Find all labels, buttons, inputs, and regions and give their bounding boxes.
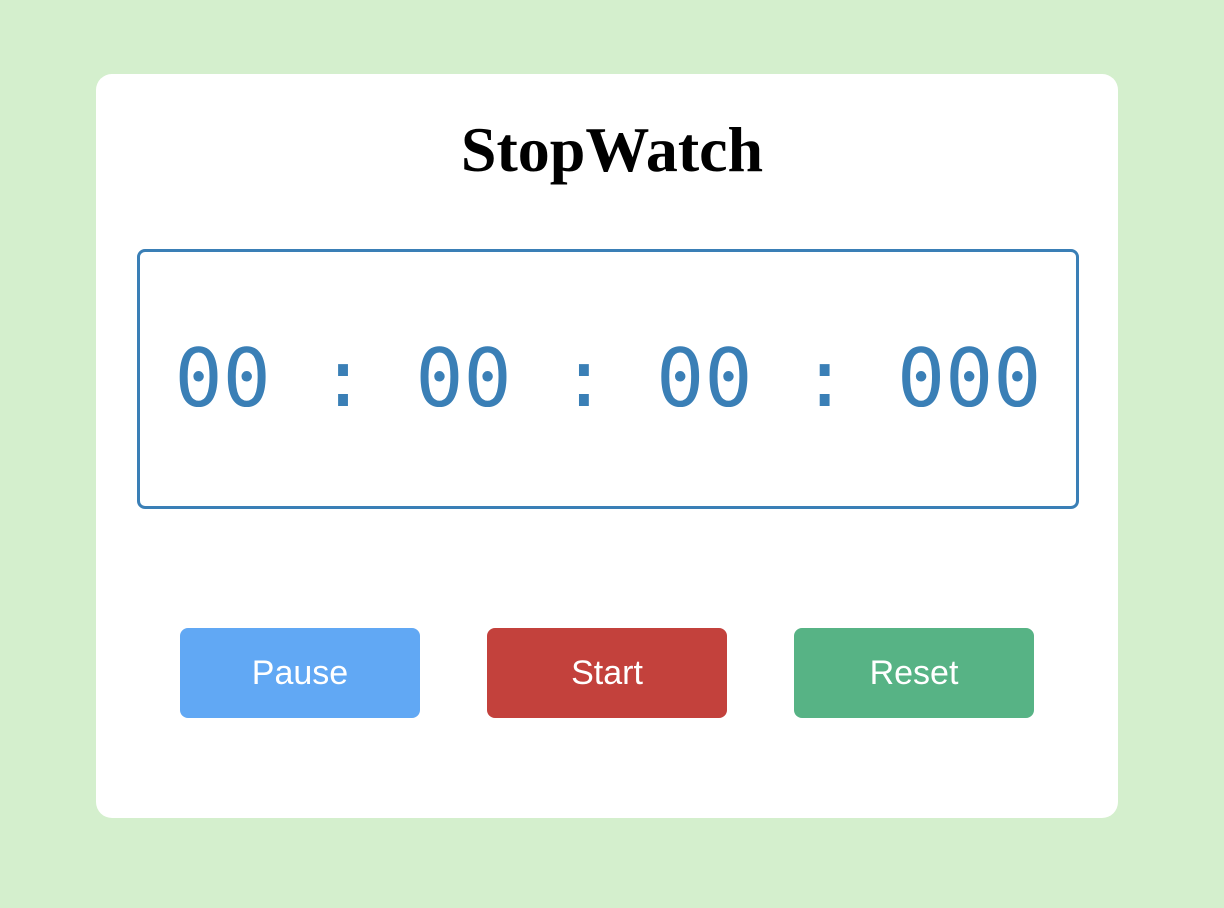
time-readout: 00 : 00 : 00 : 000 [174,332,1042,425]
start-button[interactable]: Start [487,628,727,718]
pause-button[interactable]: Pause [180,628,420,718]
page-title: StopWatch [460,114,764,185]
reset-button[interactable]: Reset [794,628,1034,718]
time-display: 00 : 00 : 00 : 000 [137,249,1079,509]
